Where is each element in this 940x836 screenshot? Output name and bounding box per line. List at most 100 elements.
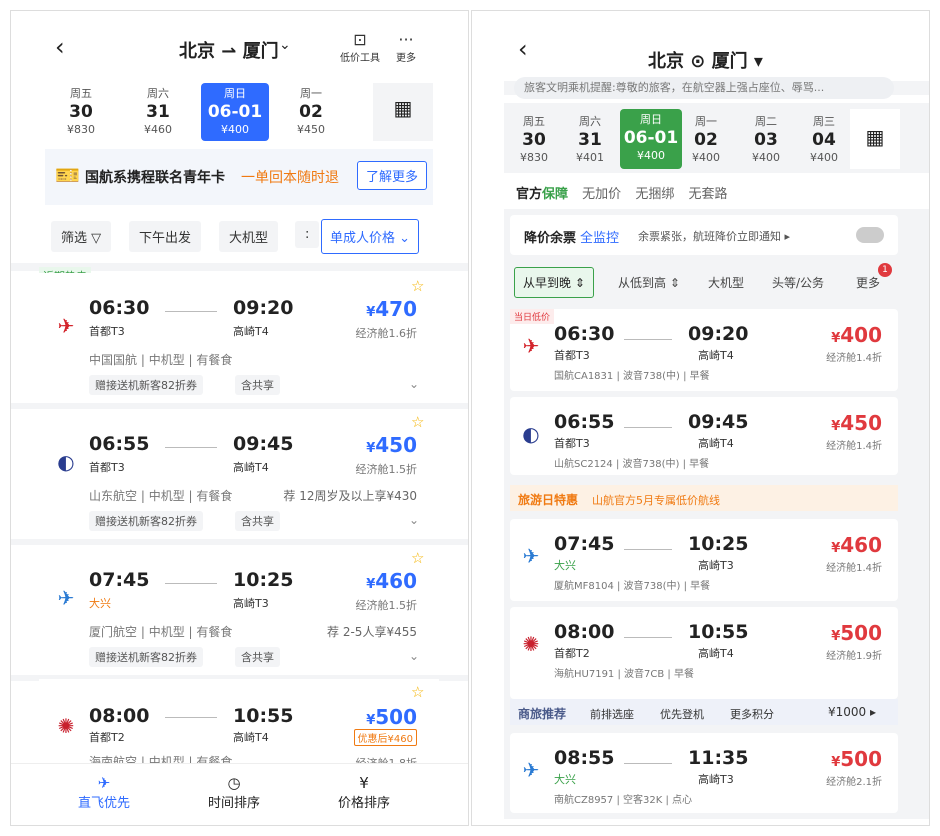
flight-card[interactable]: ◐ 06:55 首都T3 09:45 高崎T4 ☆ ¥450 经济舱1.5折 山… (39, 409, 439, 537)
airline-logo-icon: ✺ (522, 632, 540, 656)
chevron-down-icon[interactable]: ⌄ (279, 37, 291, 53)
date-weekday: 周六 (147, 87, 169, 100)
flight-card[interactable]: ✈ 06:30 首都T3 09:20 高崎T4 ☆ ¥470 经济舱1.6折 中… (39, 273, 439, 401)
flight-info: 海航HU7191 | 波音7CB | 早餐 (554, 669, 694, 680)
cabin-class: 经济舱1.6折 (355, 327, 418, 340)
back-icon[interactable]: ‹ (518, 35, 528, 63)
departure-time: 08:00 (554, 621, 615, 643)
filter-more[interactable]: 更多 (856, 274, 880, 291)
nav-time-sort[interactable]: ◷ 时间排序 (199, 774, 269, 811)
calendar-icon[interactable]: ▦ (373, 83, 433, 141)
flight-card[interactable]: 当日低价 ✈ 06:30 首都T3 09:20 高崎T4 ¥400 经济舱1.4… (510, 309, 898, 391)
favorite-star-icon[interactable]: ☆ (411, 277, 424, 295)
business-banner[interactable]: 商旅推荐 前排选座 优先登机 更多积分 ¥1000 ▸ (510, 699, 898, 725)
price: ¥460 (831, 533, 882, 557)
arrival-time: 09:20 (688, 323, 749, 345)
date-cell[interactable]: 周六 31 ¥460 (128, 87, 188, 137)
departure-time: 06:30 (89, 297, 150, 319)
flight-card[interactable]: ✺ 08:00 首都T2 10:55 高崎T4 ¥500 经济舱1.9折 海航H… (510, 607, 898, 699)
cabin-class: 经济舱1.5折 (355, 599, 418, 612)
codeshare-tag[interactable]: 含共享 (235, 375, 280, 395)
airline-logo-icon: ◐ (522, 422, 540, 446)
filter-big-plane[interactable]: 大机型 (708, 274, 744, 291)
codeshare-tag[interactable]: 含共享 (235, 647, 280, 667)
more-button[interactable]: ··· 更多 (391, 31, 421, 65)
guarantee-item: 无套路 (688, 187, 728, 202)
coupon-tag[interactable]: 赠接送机新客82折券 (89, 511, 203, 531)
date-cell[interactable]: 周一 02 ¥400 (680, 115, 732, 165)
date-cell[interactable]: 周六 31 ¥401 (564, 115, 616, 165)
left-screen: ‹ 北京 ⇀ 厦门 ⌄ ⊡ 低价工具 ··· 更多 周五 30 ¥830 周六 … (10, 10, 469, 826)
chevron-down-icon[interactable]: ⌄ (409, 649, 419, 663)
coupon-tag[interactable]: 赠接送机新客82折券 (89, 647, 203, 667)
cabin-class: 经济舱1.4折 (826, 441, 882, 452)
nav-direct-first[interactable]: ✈ 直飞优先 (69, 774, 139, 811)
adult-price-toggle[interactable]: 单成人价格 ⌄ (321, 219, 420, 254)
favorite-star-icon[interactable]: ☆ (411, 683, 424, 701)
monitor-toggle[interactable] (856, 227, 884, 243)
flight-card[interactable]: ◐ 06:55 首都T3 09:45 高崎T4 ¥450 经济舱1.4折 山航S… (510, 397, 898, 475)
favorite-star-icon[interactable]: ☆ (411, 413, 424, 431)
nav-price-sort[interactable]: ¥ 价格排序 (329, 774, 399, 811)
afternoon-filter[interactable]: 下午出发 (129, 221, 202, 252)
filter-button[interactable]: 筛选 ▽ (51, 221, 112, 252)
price-tool-button[interactable]: ⊡ 低价工具 (337, 31, 383, 65)
date-cell[interactable]: 周五 30 ¥830 (508, 115, 560, 165)
date-cell-selected[interactable]: 周日 06-01 ¥400 (620, 109, 682, 169)
coupon-tag[interactable]: 赠接送机新客82折券 (89, 375, 203, 395)
nav-label: 时间排序 (207, 796, 260, 811)
flight-card[interactable]: ✈ 07:45 大兴 10:25 高崎T3 ¥460 经济舱1.4折 厦航MF8… (510, 519, 898, 601)
monitor-link[interactable]: 全监控 (580, 227, 619, 246)
sort-low-high[interactable]: 从低到高 ⇕ (618, 274, 680, 291)
date-cell[interactable]: 周二 03 ¥400 (740, 115, 792, 165)
airline-logo-icon: ✈ (57, 586, 75, 610)
flight-card[interactable]: ✈ 07:45 大兴 10:25 高崎T3 ☆ ¥460 经济舱1.5折 厦门航… (39, 545, 439, 673)
date-cell[interactable]: 周一 02 ¥450 (281, 87, 341, 137)
filter-first-class[interactable]: 头等/公务 (772, 274, 824, 291)
airline-logo-icon: ◐ (57, 450, 75, 474)
monitor-title: 降价余票 (524, 231, 577, 246)
filter-badge: 1 (878, 263, 892, 277)
flight-card[interactable]: ✺ 08:00 首都T2 10:55 高崎T4 ☆ ¥500 优惠后¥460 海… (39, 679, 439, 770)
learn-more-button[interactable]: 了解更多 (357, 161, 428, 190)
departure-airport: 首都T3 (554, 437, 590, 450)
flight-card[interactable]: ✈ 08:55 大兴 11:35 高崎T3 ¥500 经济舱2.1折 南航CZ8… (510, 733, 898, 813)
filter-more[interactable]: : (295, 221, 320, 248)
date-weekday: 周一 (300, 87, 322, 100)
date-cell[interactable]: 周五 30 ¥830 (51, 87, 111, 137)
date-weekday: 周六 (579, 115, 601, 128)
favorite-star-icon[interactable]: ☆ (411, 549, 424, 567)
notice-bar[interactable]: 旅客文明乘机提醒:尊敬的旅客，在航空器上强占座位、辱骂... (514, 77, 894, 99)
date-price: ¥830 (520, 151, 548, 164)
route-title[interactable]: 北京 ⊙ 厦门 ▾ (648, 47, 763, 73)
codeshare-tag[interactable]: 含共享 (235, 511, 280, 531)
chevron-down-icon[interactable]: ⌄ (409, 513, 419, 527)
date-price: ¥400 (810, 151, 838, 164)
youth-card-banner[interactable]: 🎫 国航系携程联名青年卡 一单回本随时退 了解更多 (45, 149, 433, 205)
route-line (624, 339, 672, 340)
travel-day-banner[interactable]: 旅游日特惠 山航官方5月专属低价航线 (510, 485, 898, 511)
date-weekday: 周日 (640, 113, 662, 126)
date-weekday: 周日 (224, 87, 246, 100)
date-price: ¥401 (576, 151, 604, 164)
date-cell[interactable]: 周三 04 ¥400 (798, 115, 850, 165)
price-monitor[interactable]: 降价余票 全监控 余票紧张，航班降价立即通知 ▸ (510, 215, 898, 255)
arrival-airport: 高崎T3 (698, 559, 734, 572)
ticket-icon: 🎫 (55, 163, 80, 187)
arrival-time: 10:55 (233, 705, 294, 727)
arrival-time: 10:25 (688, 533, 749, 555)
guarantee-item: 无加价 (582, 187, 622, 202)
calendar-icon[interactable]: ▦ (850, 109, 900, 169)
flight-info: 山东航空 | 中机型 | 有餐食 (89, 489, 233, 503)
big-plane-filter[interactable]: 大机型 (219, 221, 279, 252)
price: ¥450 (366, 433, 417, 457)
chevron-down-icon[interactable]: ⌄ (409, 377, 419, 391)
route-title[interactable]: 北京 ⇀ 厦门 (179, 37, 279, 63)
sort-early-late[interactable]: 从早到晚 ⇕ (514, 267, 594, 298)
route-line (624, 637, 672, 638)
back-icon[interactable]: ‹ (55, 33, 65, 61)
date-day: 30 (522, 130, 546, 150)
arrival-time: 09:45 (688, 411, 749, 433)
price: ¥470 (366, 297, 417, 321)
date-cell-selected[interactable]: 周日 06-01 ¥400 (201, 83, 269, 141)
